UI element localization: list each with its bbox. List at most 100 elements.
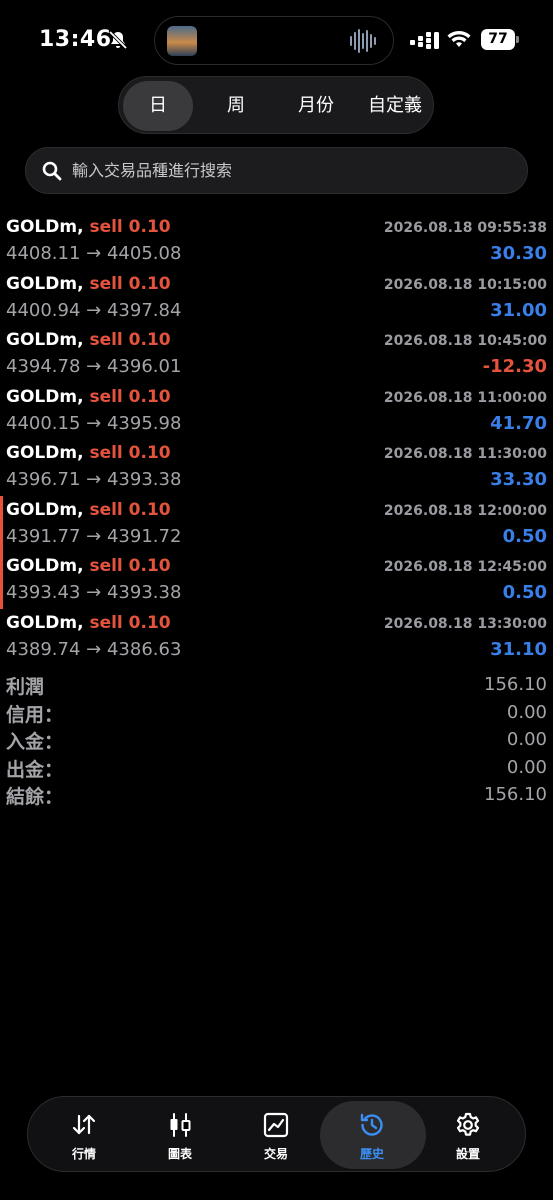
bottom-tab-bar: 行情 圖表 交易 歷史 設置 xyxy=(27,1096,526,1172)
tab-history[interactable]: 歷史 xyxy=(320,1097,426,1173)
trade-row[interactable]: GOLDm, sell 0.10 2026.08.18 11:30:00 439… xyxy=(0,439,553,496)
wifi-icon xyxy=(447,31,471,47)
dynamic-island[interactable] xyxy=(154,16,394,65)
trade-side: sell 0.10 xyxy=(89,443,171,463)
battery-indicator: 77 xyxy=(481,29,519,50)
trade-prices: 4391.77 → 4391.72 xyxy=(6,525,182,547)
summary-withdrawal: 出金： 0.00 xyxy=(0,755,553,783)
trade-profit: 30.30 xyxy=(490,243,547,264)
trade-prices: 4393.43 → 4393.38 xyxy=(6,582,182,603)
trade-row[interactable]: GOLDm, sell 0.10 2026.08.18 09:55:38 440… xyxy=(0,213,553,270)
trade-symbol: GOLDm, xyxy=(6,217,84,237)
tab-trade[interactable]: 交易 xyxy=(228,1097,324,1173)
trade-row[interactable]: GOLDm, sell 0.10 2026.08.18 10:45:00 439… xyxy=(0,326,553,383)
summary-credit-label: 信用： xyxy=(6,703,64,726)
history-summary: 利潤 156.10 信用： 0.00 入金： 0.00 出金： 0.00 結餘：… xyxy=(0,672,553,810)
trade-side: sell 0.10 xyxy=(89,556,171,576)
trade-row[interactable]: GOLDm, sell 0.10 2026.08.18 10:15:00 440… xyxy=(0,270,553,327)
tab-quotes-label: 行情 xyxy=(71,1147,96,1161)
trade-time: 2026.08.18 11:30:00 xyxy=(383,446,547,462)
tab-settings-label: 設置 xyxy=(455,1147,480,1161)
period-tab-week[interactable]: 周 xyxy=(201,81,271,131)
trade-prices: 4400.94 → 4397.84 xyxy=(6,299,182,321)
trade-row[interactable]: GOLDm, sell 0.10 2026.08.18 13:30:00 438… xyxy=(0,609,553,666)
tab-history-label: 歷史 xyxy=(359,1147,384,1161)
trade-side: sell 0.10 xyxy=(89,217,171,237)
period-selector: 日 周 月份 自定義 xyxy=(118,76,434,134)
trade-symbol: GOLDm, xyxy=(6,443,84,463)
trade-profit: 0.50 xyxy=(502,525,547,547)
period-tab-day[interactable]: 日 xyxy=(123,81,193,131)
trade-profit: 41.70 xyxy=(490,412,547,434)
trade-symbol: GOLDm, xyxy=(6,499,84,520)
tab-trade-label: 交易 xyxy=(263,1147,288,1161)
trade-profit: 0.50 xyxy=(502,582,547,603)
period-tab-month[interactable]: 月份 xyxy=(279,81,353,131)
trade-prices: 4408.11 → 4405.08 xyxy=(6,243,182,264)
trade-profit: 31.00 xyxy=(490,299,547,321)
trade-symbol: GOLDm, xyxy=(6,612,84,633)
tab-quotes[interactable]: 行情 xyxy=(36,1097,132,1173)
quotes-arrows-icon xyxy=(72,1114,96,1135)
search-bar[interactable] xyxy=(25,147,528,194)
summary-deposit-value: 0.00 xyxy=(506,729,547,750)
search-input[interactable] xyxy=(72,148,512,193)
bell-muted-icon xyxy=(108,30,128,50)
summary-profit-label: 利潤 xyxy=(6,676,45,698)
summary-deposit: 入金： 0.00 xyxy=(0,727,553,755)
trade-row[interactable]: GOLDm, sell 0.10 2026.08.18 11:00:00 440… xyxy=(0,383,553,440)
summary-withdrawal-value: 0.00 xyxy=(506,756,547,778)
trade-side: sell 0.10 xyxy=(89,612,171,633)
summary-credit-value: 0.00 xyxy=(506,701,547,723)
status-time: 13:46 xyxy=(39,27,112,52)
trade-symbol: GOLDm, xyxy=(6,556,84,576)
trade-time: 2026.08.18 12:45:00 xyxy=(383,559,547,575)
trade-profit: 33.30 xyxy=(490,469,547,490)
trade-side: sell 0.10 xyxy=(89,386,171,407)
trade-time: 2026.08.18 12:00:00 xyxy=(383,502,547,519)
trade-side: sell 0.10 xyxy=(89,273,171,294)
trade-prices: 4389.74 → 4386.63 xyxy=(6,638,182,660)
settings-gear-icon xyxy=(456,1112,480,1136)
tab-chart[interactable]: 圖表 xyxy=(132,1097,228,1173)
summary-balance-value: 156.10 xyxy=(484,784,547,805)
summary-credit: 信用： 0.00 xyxy=(0,700,553,728)
trade-chart-icon xyxy=(263,1112,289,1138)
summary-profit-value: 156.10 xyxy=(484,674,547,695)
status-bar: 13:46 77 xyxy=(0,0,553,80)
trade-profit: 31.10 xyxy=(490,638,547,660)
trade-row[interactable]: GOLDm, sell 0.10 2026.08.18 12:00:00 439… xyxy=(0,495,553,553)
trade-time: 2026.08.18 10:15:00 xyxy=(383,276,547,293)
trade-symbol: GOLDm, xyxy=(6,330,84,350)
trade-time: 2026.08.18 13:30:00 xyxy=(383,615,547,632)
trade-row[interactable]: GOLDm, sell 0.10 2026.08.18 12:45:00 439… xyxy=(0,552,553,609)
trade-history-list: GOLDm, sell 0.10 2026.08.18 09:55:38 440… xyxy=(0,213,553,665)
trade-prices: 4400.15 → 4395.98 xyxy=(6,412,182,434)
trade-side: sell 0.10 xyxy=(89,499,171,520)
trade-time: 2026.08.18 10:45:00 xyxy=(383,333,547,349)
summary-balance-label: 結餘： xyxy=(6,786,64,808)
now-playing-thumbnail xyxy=(167,26,197,56)
trade-symbol: GOLDm, xyxy=(6,386,84,407)
trade-side: sell 0.10 xyxy=(89,330,171,350)
trade-prices: 4396.71 → 4393.38 xyxy=(6,469,182,490)
battery-level: 77 xyxy=(481,29,515,50)
summary-balance: 結餘： 156.10 xyxy=(0,782,553,810)
tab-chart-label: 圖表 xyxy=(167,1147,192,1161)
candlestick-chart-icon xyxy=(170,1113,191,1137)
trade-prices: 4394.78 → 4396.01 xyxy=(6,356,182,377)
trade-time: 2026.08.18 09:55:38 xyxy=(383,220,547,236)
battery-cap xyxy=(516,36,519,43)
summary-profit: 利潤 156.10 xyxy=(0,672,553,700)
cellular-signal-icon xyxy=(410,32,439,49)
tab-settings[interactable]: 設置 xyxy=(420,1097,516,1173)
period-tab-custom[interactable]: 自定義 xyxy=(359,81,431,131)
trade-time: 2026.08.18 11:00:00 xyxy=(383,389,547,406)
history-clock-icon xyxy=(360,1113,383,1136)
summary-withdrawal-label: 出金： xyxy=(6,758,64,781)
search-icon xyxy=(42,161,62,181)
audio-wave-icon xyxy=(350,29,376,53)
summary-deposit-label: 入金： xyxy=(6,731,64,753)
trade-symbol: GOLDm, xyxy=(6,273,84,294)
trade-profit: -12.30 xyxy=(482,356,547,377)
